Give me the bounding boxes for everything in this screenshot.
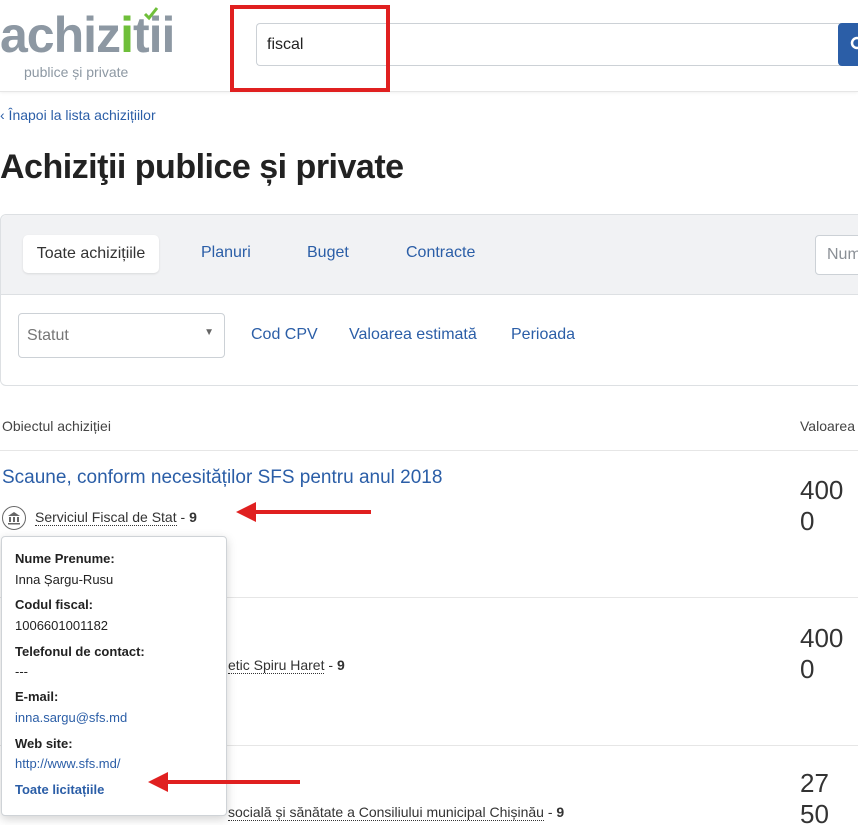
status-select-value: Statut — [27, 327, 69, 344]
procurement-value: 400 0 — [800, 475, 844, 536]
organization-count: 9 — [556, 804, 565, 820]
organization-count: 9 — [189, 509, 197, 525]
tab-plans[interactable]: Planuri — [201, 244, 251, 262]
tab-contracts[interactable]: Contracte — [406, 244, 475, 262]
filter-period[interactable]: Perioada — [511, 326, 575, 344]
column-header-object: Obiectul achiziției — [2, 418, 111, 434]
organization-link[interactable]: socială și sănătate a Consiliului munici… — [228, 804, 544, 821]
popover-phone-value: --- — [15, 664, 28, 679]
filter-panel: Toate achizițiile Planuri Buget Contract… — [0, 214, 858, 386]
logo-subtitle: publice și private — [24, 64, 129, 80]
popover-fiscal-value: 1006601001182 — [15, 618, 109, 633]
site-header: achizitii publice și private fiscal — [0, 0, 858, 92]
logo-check-icon — [143, 7, 159, 21]
logo-text-accent: i — [120, 7, 134, 63]
number-search-input[interactable]: Num — [815, 235, 858, 275]
page-title: Achiziţii publice și private — [0, 148, 404, 186]
search-icon — [850, 36, 858, 50]
back-to-list-link[interactable]: ‹ Înapoi la lista achizițiilor — [0, 107, 156, 123]
search-button[interactable] — [838, 23, 858, 66]
logo-text-prefix: achiz — [0, 7, 121, 63]
popover-email-label: E-mail: — [15, 689, 59, 704]
organization-link[interactable]: Serviciul Fiscal de Stat — [35, 509, 177, 526]
institution-icon — [2, 506, 26, 530]
filter-estimated-value[interactable]: Valoarea estimată — [349, 326, 477, 344]
column-header-value: Valoarea — [800, 418, 856, 434]
popover-fiscal-label: Codul fiscal: — [15, 597, 94, 612]
popover-name-label: Nume Prenume: — [15, 551, 115, 566]
organization-line: etic Spiru Haret - 9 — [228, 657, 345, 674]
organization-line: socială și sănătate a Consiliului munici… — [228, 804, 565, 821]
organization-link[interactable]: etic Spiru Haret — [228, 657, 325, 674]
organization-line: Serviciul Fiscal de Stat - 9 — [35, 509, 197, 526]
chevron-down-icon: ▼ — [204, 327, 214, 338]
popover-phone-label: Telefonul de contact: — [15, 644, 145, 659]
annotation-arrow-icon — [236, 502, 371, 522]
filter-cpv-code[interactable]: Cod CPV — [251, 326, 318, 344]
annotation-highlight-box — [230, 5, 390, 92]
table-divider — [0, 450, 858, 451]
organization-count: 9 — [336, 657, 345, 673]
popover-name-value: Inna Șargu-Rusu — [15, 572, 114, 587]
popover-website-label: Web site: — [15, 736, 73, 751]
tabs-bar: Toate achizițiile Planuri Buget Contract… — [1, 215, 858, 295]
status-select[interactable]: Statut ▼ — [18, 313, 225, 358]
procurement-value: 400 0 — [800, 623, 844, 684]
procurement-value: 27 50 — [800, 768, 829, 825]
tab-budget[interactable]: Buget — [307, 244, 349, 262]
procurement-title-link[interactable]: Scaune, conform necesităților SFS pentru… — [2, 467, 442, 489]
tab-all-procurements[interactable]: Toate achizițiile — [23, 235, 159, 273]
annotation-arrow-icon — [148, 772, 300, 792]
popover-all-tenders-link[interactable]: Toate licitațiile — [15, 782, 104, 797]
popover-website-link[interactable]: http://www.sfs.md/ — [15, 756, 120, 771]
popover-email-link[interactable]: inna.sargu@sfs.md — [15, 710, 127, 725]
